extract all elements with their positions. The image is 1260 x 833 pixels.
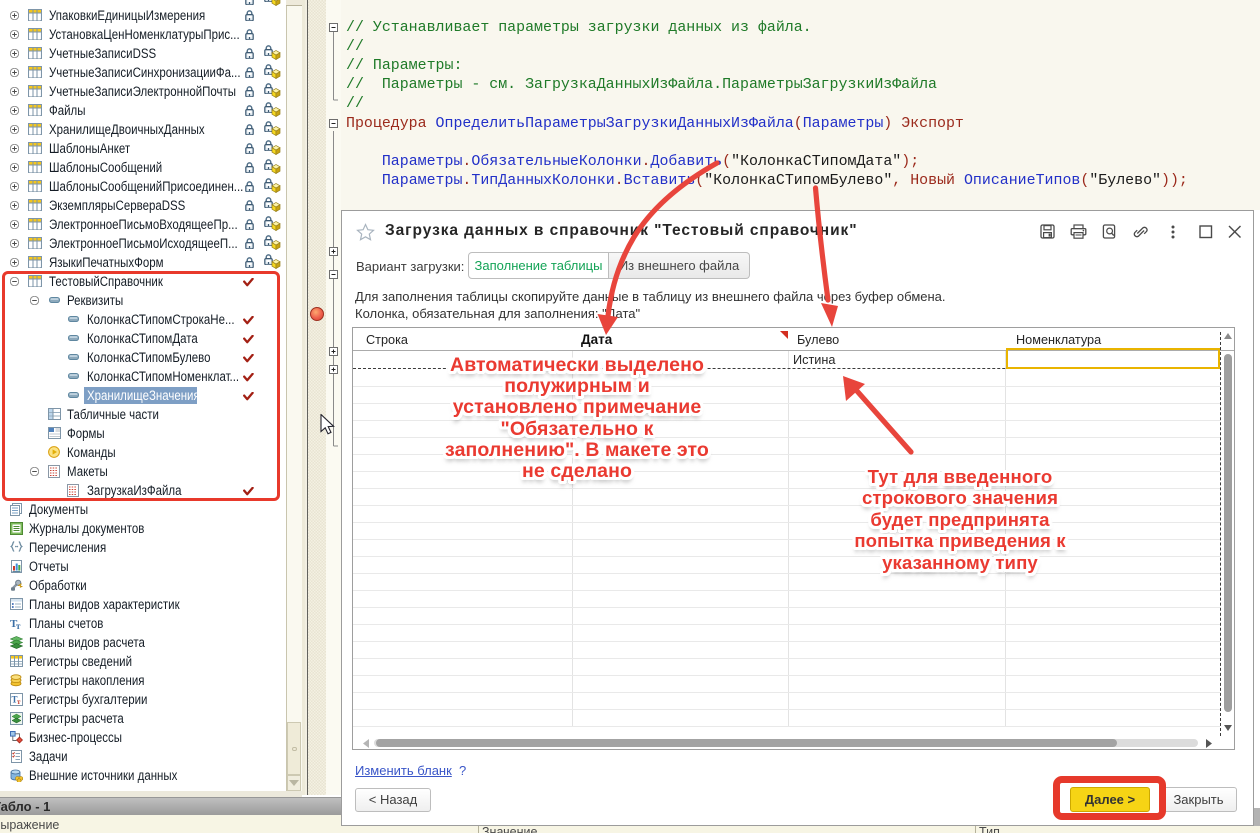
svg-text:т: т [17, 698, 21, 706]
svg-text:т: т [16, 621, 21, 630]
